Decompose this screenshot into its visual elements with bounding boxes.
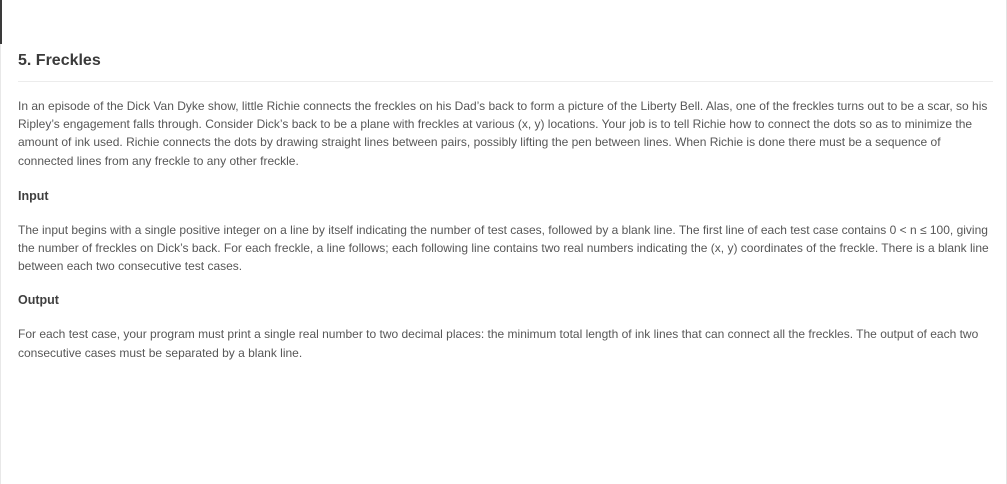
- left-accent-bar: [0, 0, 2, 44]
- input-description: The input begins with a single positive …: [18, 222, 989, 274]
- output-description: For each test case, your program must pr…: [18, 327, 979, 360]
- problem-statement: In an episode of the Dick Van Dyke show,…: [18, 99, 988, 168]
- output-heading: Output: [18, 293, 59, 308]
- problem-title: 5. Freckles: [18, 50, 993, 82]
- problem-content: 5. Freckles In an episode of the Dick Va…: [18, 50, 993, 362]
- input-heading: Input: [18, 188, 49, 203]
- problem-page: 5. Freckles In an episode of the Dick Va…: [0, 0, 1007, 484]
- left-border: [0, 44, 1, 484]
